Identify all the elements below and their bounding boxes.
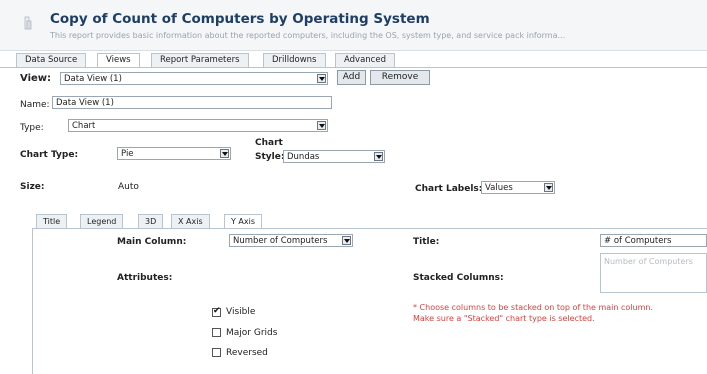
report-title: Copy of Count of Computers by Operating … [50, 11, 430, 27]
size-label: Size: [20, 182, 45, 192]
chart-style-label-line2: Style: [255, 152, 285, 162]
chart-style-value: Dundas [287, 152, 320, 162]
visible-label: Visible [226, 307, 256, 317]
name-field-value: Data View (1) [56, 98, 114, 108]
main-column-value: Number of Computers [233, 236, 328, 246]
y-axis-title-label: Title: [413, 237, 440, 247]
inner-tab-x-axis[interactable]: X Axis [171, 214, 210, 228]
stacked-columns-label: Stacked Columns: [413, 273, 504, 283]
tab-drilldowns[interactable]: Drilldowns [263, 53, 326, 67]
tab-advanced[interactable]: Advanced [335, 53, 395, 67]
inner-tab-legend[interactable]: Legend [80, 214, 124, 228]
main-column-select[interactable]: Number of Computers [229, 234, 353, 247]
stacked-note-line1: * Choose columns to be stacked on top of… [413, 303, 654, 312]
y-axis-title-field[interactable]: # of Computers [600, 234, 707, 247]
chart-type-select[interactable]: Pie [117, 147, 231, 160]
name-label: Name: [20, 100, 50, 110]
major-grids-checkbox[interactable] [212, 328, 221, 337]
size-value: Auto [118, 182, 139, 192]
inner-tab-3d[interactable]: 3D [138, 214, 164, 228]
remove-view-button[interactable]: Remove [370, 70, 430, 85]
attributes-label: Attributes: [117, 273, 173, 283]
visible-checkbox[interactable] [212, 306, 221, 317]
reversed-checkbox[interactable] [212, 348, 221, 357]
view-label: View: [20, 73, 52, 84]
report-description: This report provides basic information a… [50, 31, 566, 40]
chart-labels-value: Values [485, 183, 513, 193]
type-select-value: Chart [72, 121, 96, 131]
chart-type-label: Chart Type: [20, 150, 79, 160]
y-axis-panel [32, 228, 707, 374]
major-grids-label: Major Grids [226, 328, 278, 338]
main-column-label: Main Column: [117, 237, 187, 247]
chart-style-label-line1: Chart [255, 138, 283, 148]
add-view-button[interactable]: Add [337, 70, 366, 85]
tabs-divider [0, 67, 707, 68]
type-select[interactable]: Chart [68, 119, 328, 132]
chevron-down-icon [317, 121, 326, 130]
chevron-down-icon [342, 236, 351, 245]
inner-tab-y-axis[interactable]: Y Axis [224, 214, 263, 229]
stacked-columns-list[interactable]: Number of Computers [600, 253, 707, 293]
view-select[interactable]: Data View (1) [60, 72, 328, 85]
view-select-value: Data View (1) [64, 74, 122, 84]
report-header: Copy of Count of Computers by Operating … [0, 0, 707, 51]
chevron-down-icon [220, 149, 229, 158]
chevron-down-icon [544, 183, 553, 192]
reversed-label: Reversed [226, 348, 268, 358]
inner-tab-title[interactable]: Title [36, 214, 68, 228]
chart-labels-label: Chart Labels: [415, 184, 483, 194]
chart-style-select[interactable]: Dundas [283, 150, 385, 163]
tab-views[interactable]: Views [97, 53, 140, 68]
chevron-down-icon [374, 152, 383, 161]
type-label: Type: [20, 123, 44, 133]
report-icon [24, 16, 32, 30]
tab-report-parameters[interactable]: Report Parameters [151, 53, 249, 67]
name-field[interactable]: Data View (1) [52, 96, 332, 109]
tab-data-source[interactable]: Data Source [16, 53, 87, 67]
chart-labels-select[interactable]: Values [481, 181, 555, 194]
chevron-down-icon [317, 74, 326, 83]
chart-type-value: Pie [121, 149, 134, 159]
stacked-columns-placeholder: Number of Computers [604, 257, 693, 266]
y-axis-title-value: # of Computers [604, 236, 672, 246]
stacked-note-line2: Make sure a "Stacked" chart type is sele… [413, 314, 595, 323]
